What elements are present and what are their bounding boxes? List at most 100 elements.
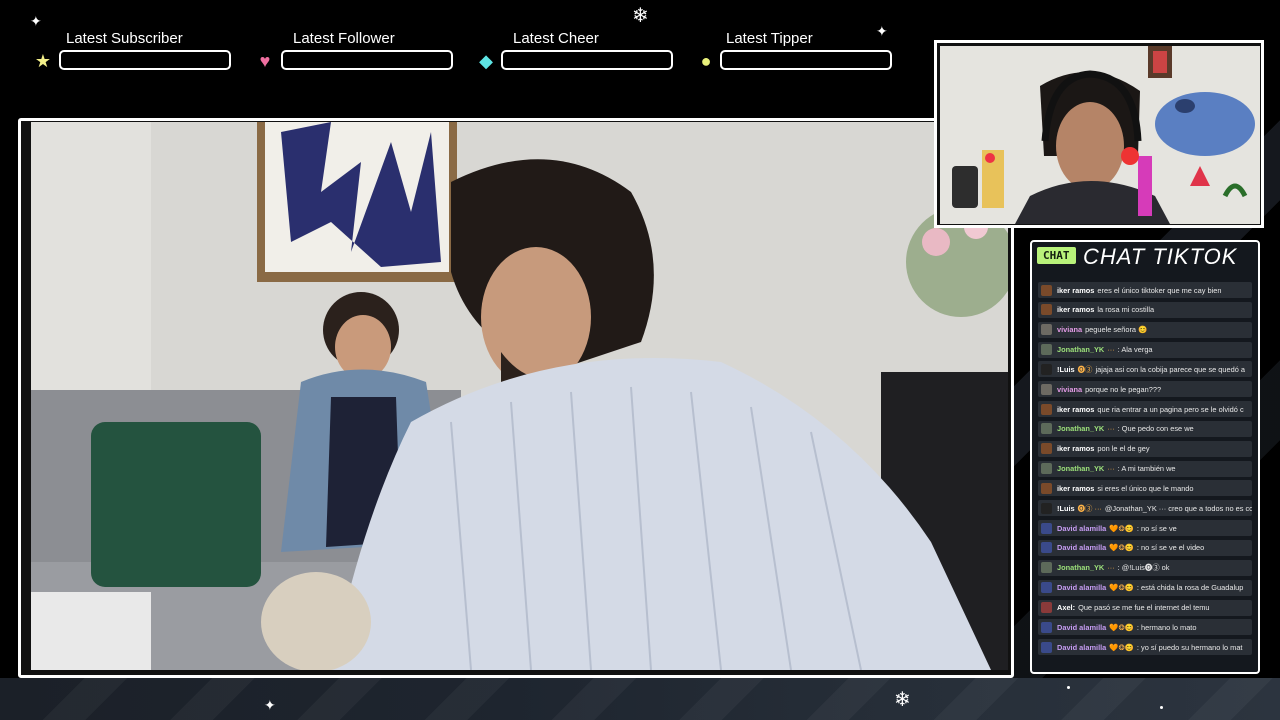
- chat-username: iker ramos: [1057, 444, 1095, 454]
- diamond-icon: ◆: [479, 50, 493, 71]
- latest-tipper-box: [720, 50, 892, 70]
- avatar: [1041, 542, 1052, 554]
- avatar: [1041, 383, 1052, 395]
- avatar: [1041, 602, 1052, 613]
- chat-message-text: que ria entrar a un pagina pero se le ol…: [1097, 404, 1244, 414]
- chat-username: !Luis: [1057, 364, 1075, 374]
- chat-message-text: : yo sí puedo su hermano lo mat: [1136, 642, 1243, 652]
- chat-username: David alamilla: [1057, 543, 1107, 553]
- chat-message-text: : está chida la rosa de Guadalup: [1136, 583, 1244, 593]
- avatar: [1041, 562, 1052, 574]
- chat-message: viviana peguele señora 😊: [1038, 321, 1252, 338]
- chat-message-text: : @!Luis🅞③ ok: [1117, 563, 1170, 573]
- avatar: [1041, 284, 1052, 296]
- chat-username: viviana: [1057, 325, 1083, 335]
- chat-message: David alamilla 🧡❂😊: yo sí puedo su herman…: [1038, 639, 1252, 656]
- chat-message-text: pon le el de gey: [1097, 444, 1150, 454]
- avatar: [1041, 363, 1052, 375]
- alert-label-follower: Latest Follower: [293, 30, 395, 47]
- avatar: [1041, 403, 1052, 415]
- chat-username: Jonathan_YK: [1057, 345, 1105, 355]
- sparkle-icon: ✦: [264, 697, 276, 713]
- webcam-scene: [940, 46, 1260, 224]
- chat-tag-badge: CHAT: [1037, 247, 1076, 264]
- webcam-feed: [940, 46, 1260, 224]
- chat-message: David alamilla 🧡❂😊: está chida la rosa de…: [1038, 579, 1252, 596]
- chat-message: iker ramos eres el único tiktoker que me …: [1038, 282, 1252, 298]
- chat-message-text: : A mi también we: [1117, 464, 1176, 474]
- avatar: [1041, 463, 1052, 475]
- chat-message: David alamilla 🧡❂😊: hermano lo mato: [1038, 619, 1252, 636]
- snowflake-icon: ❄: [894, 689, 911, 711]
- star-icon: ★: [34, 50, 52, 71]
- chat-message: Axel: Que pasó se me fue el internet del …: [1038, 599, 1252, 616]
- chat-message: iker ramos que ria entrar a un pagina per…: [1038, 401, 1252, 418]
- chat-message-text: : Ala verga: [1117, 345, 1153, 355]
- sparkle-icon: ✦: [30, 13, 42, 29]
- chat-message-text: si eres el único que le mando: [1097, 483, 1194, 493]
- latest-cheer-box: [501, 50, 673, 70]
- alert-label-subscriber: Latest Subscriber: [66, 30, 183, 47]
- alert-label-cheer: Latest Cheer: [513, 30, 599, 47]
- chat-username: Jonathan_YK: [1057, 464, 1105, 474]
- bottom-decor-band: [0, 678, 1280, 720]
- avatar: [1041, 482, 1052, 494]
- chat-username: iker ramos: [1057, 404, 1095, 414]
- chat-message-text: : no sí se ve: [1136, 523, 1177, 533]
- avatar: [1041, 423, 1052, 435]
- chat-user-badges: 🧡❂😊: [1109, 583, 1134, 593]
- chat-user-badges: 🧡❂😊: [1109, 642, 1134, 652]
- chat-message: Jonathan_YK ···: Ala verga: [1038, 341, 1252, 358]
- coin-icon: ●: [700, 50, 712, 71]
- video-player[interactable]: [31, 122, 1008, 670]
- chat-message-text: @Jonathan_YK ··· creo que a todos no es …: [1104, 503, 1252, 513]
- chat-username: Axel:: [1057, 603, 1076, 612]
- chat-username: Jonathan_YK: [1057, 424, 1105, 434]
- chat-username: David alamilla: [1057, 523, 1107, 533]
- chat-message: iker ramos la rosa mi costilla: [1038, 301, 1252, 318]
- chat-user-badges: 🧡❂😊: [1109, 543, 1134, 553]
- chat-user-badges: 🧡❂😊: [1109, 523, 1134, 533]
- chat-username: David alamilla: [1057, 583, 1107, 593]
- avatar: [1041, 443, 1052, 455]
- chat-message: David alamilla 🧡❂😊: no sí se ve el video: [1038, 539, 1252, 556]
- chat-username: David alamilla: [1057, 622, 1107, 632]
- chat-username: !Luis: [1057, 503, 1075, 513]
- chat-message-list[interactable]: iker ramos eres el único tiktoker que me …: [1038, 282, 1252, 659]
- chat-message-text: : no sí se ve el video: [1136, 543, 1205, 553]
- chat-user-badges: ···: [1107, 345, 1115, 355]
- chat-message: !Luis 🅞③ jajaja asi con la cobija parece q…: [1038, 361, 1252, 378]
- chat-message: Jonathan_YK ···: Que pedo con ese we: [1038, 420, 1252, 437]
- sparkle-icon: ✦: [876, 23, 888, 39]
- chat-username: iker ramos: [1057, 285, 1095, 295]
- chat-user-badges: ···: [1107, 424, 1115, 434]
- chat-message: !Luis 🅞③ ··· @Jonathan_YK ··· creo que a t…: [1038, 500, 1252, 517]
- avatar: [1041, 621, 1052, 633]
- chat-username: iker ramos: [1057, 483, 1095, 493]
- chat-message-text: : Que pedo con ese we: [1117, 424, 1194, 434]
- chat-message: Jonathan_YK ···: A mi también we: [1038, 460, 1252, 477]
- avatar: [1041, 344, 1052, 356]
- avatar: [1041, 582, 1052, 594]
- chat-message-text: : hermano lo mato: [1136, 622, 1197, 632]
- heart-icon: ♥: [259, 50, 271, 71]
- latest-subscriber-box: [59, 50, 231, 70]
- chat-message-text: jajaja asi con la cobija parece que se q…: [1095, 364, 1246, 374]
- chat-message: iker ramos pon le el de gey: [1038, 440, 1252, 457]
- star-dot: [1067, 686, 1070, 689]
- chat-message: David alamilla 🧡❂😊: no sí se ve: [1038, 520, 1252, 537]
- chat-user-badges: 🧡❂😊: [1109, 622, 1134, 632]
- chat-user-badges: ···: [1107, 563, 1115, 573]
- video-scene: [31, 122, 1008, 670]
- chat-message-text: la rosa mi costilla: [1097, 305, 1155, 315]
- chat-message: viviana porque no le pegan???: [1038, 381, 1252, 398]
- avatar: [1041, 502, 1052, 514]
- chat-message-text: porque no le pegan???: [1085, 384, 1162, 394]
- avatar: [1041, 522, 1052, 534]
- chat-username: viviana: [1057, 384, 1083, 394]
- chat-message: iker ramos si eres el único que le mando: [1038, 480, 1252, 497]
- chat-user-badges: 🅞③: [1077, 364, 1093, 374]
- chat-user-badges: 🅞③ ···: [1077, 503, 1102, 513]
- chat-username: iker ramos: [1057, 305, 1095, 315]
- avatar: [1041, 304, 1052, 316]
